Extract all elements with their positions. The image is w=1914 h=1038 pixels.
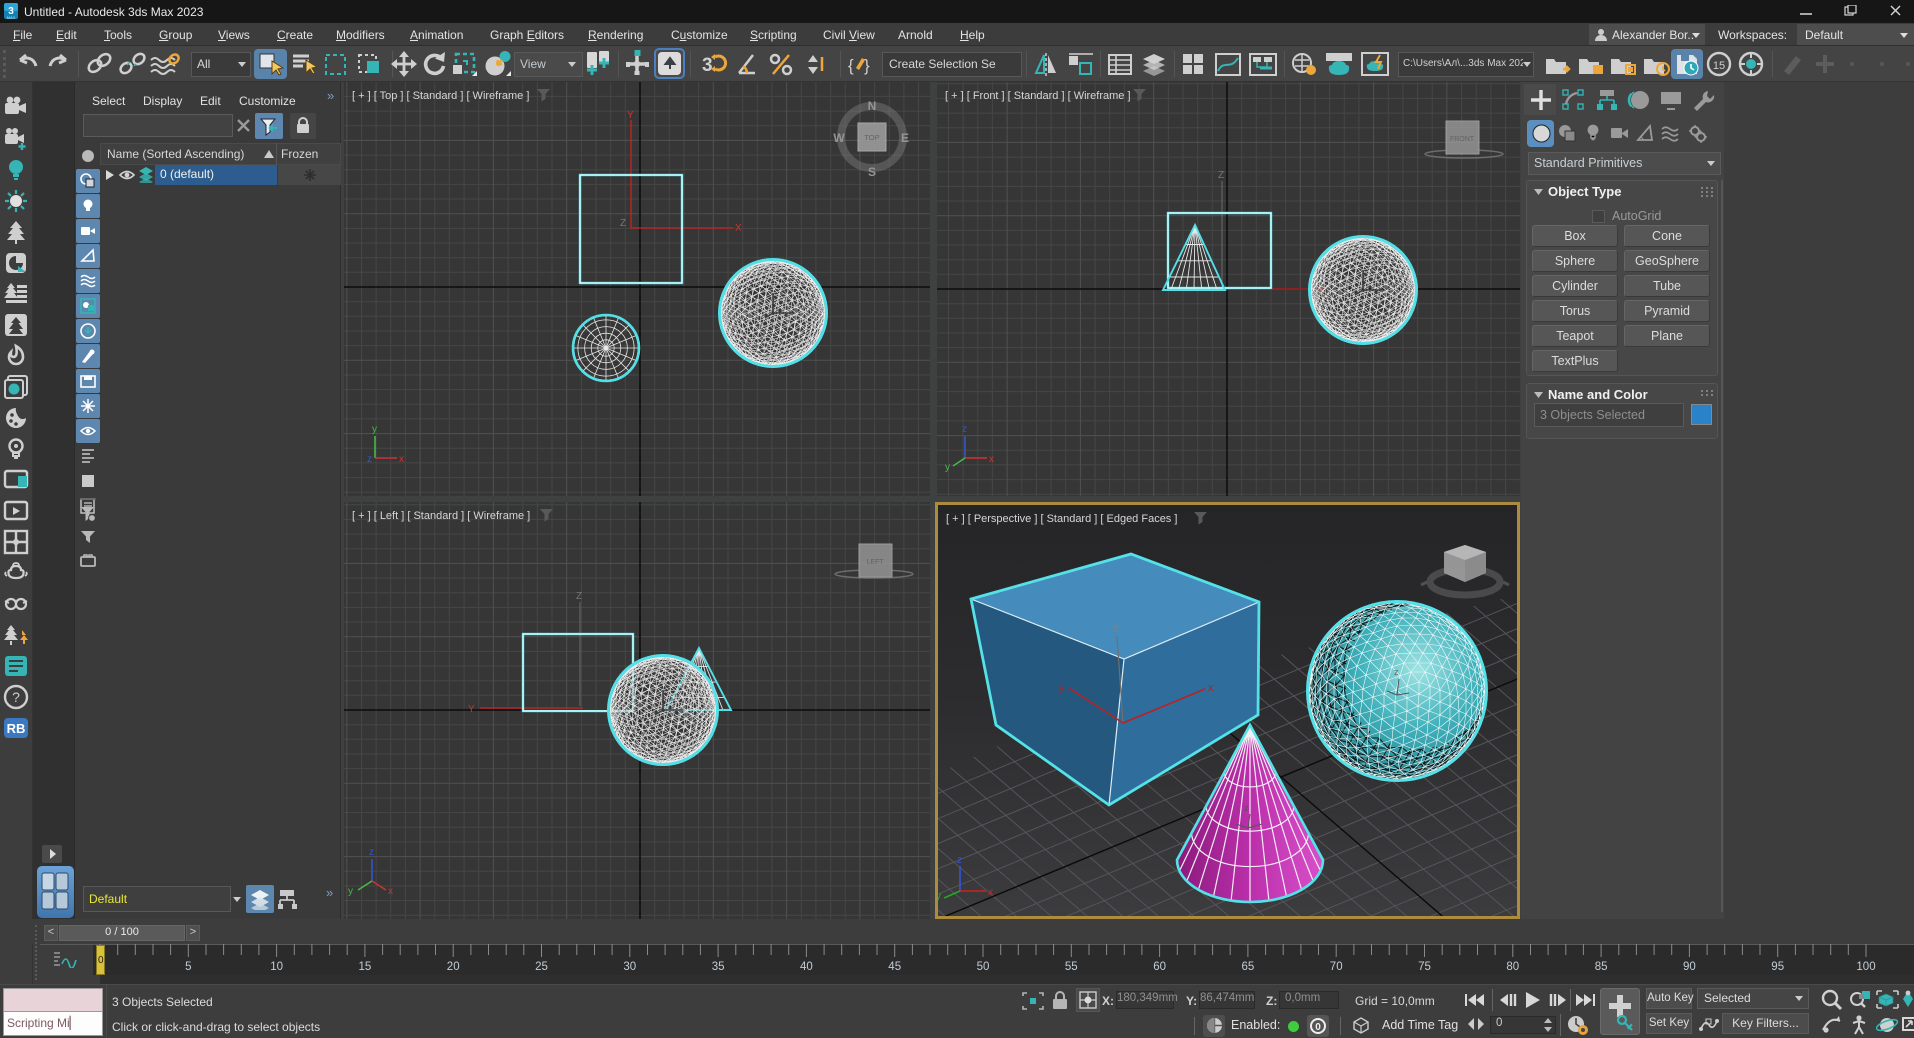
svg-text:z: z — [1394, 667, 1399, 677]
svg-text:LEFT: LEFT — [866, 559, 884, 566]
svg-text:[ + ] [ Top ] [ Standard ] [ W: [ + ] [ Top ] [ Standard ] [ Wireframe ] — [352, 90, 529, 102]
svg-text:z: z — [1244, 803, 1249, 813]
svg-text:y: y — [945, 462, 950, 473]
svg-text:15: 15 — [359, 961, 372, 973]
svg-text:y: y — [1059, 682, 1065, 694]
svg-text:35: 35 — [712, 961, 725, 973]
svg-text:20: 20 — [447, 961, 460, 973]
svg-text:x: x — [388, 886, 393, 897]
svg-text:S: S — [868, 165, 876, 179]
svg-text:40: 40 — [800, 961, 813, 973]
svg-text:N: N — [868, 99, 877, 113]
svg-text:y: y — [938, 891, 941, 902]
svg-text:x: x — [399, 454, 404, 465]
svg-text:x: x — [989, 454, 994, 465]
svg-text:x: x — [988, 887, 993, 898]
svg-text:25: 25 — [535, 961, 548, 973]
svg-text:0: 0 — [1315, 1022, 1321, 1033]
svg-text:z: z — [962, 424, 967, 435]
svg-text:FRONT: FRONT — [1450, 136, 1475, 143]
svg-text:z: z — [957, 855, 962, 866]
svg-text:z: z — [1113, 623, 1119, 635]
svg-text:X: X — [735, 223, 742, 234]
svg-text:Y: Y — [468, 704, 475, 715]
svg-text:z: z — [369, 847, 374, 858]
svg-text:[ + ] [ Left ] [ Standard ] [: [ + ] [ Left ] [ Standard ] [ Wireframe … — [352, 510, 530, 522]
svg-text:90: 90 — [1683, 961, 1696, 973]
svg-text:?: ? — [12, 689, 20, 705]
svg-text:100: 100 — [1856, 961, 1875, 973]
svg-text:85: 85 — [1595, 961, 1608, 973]
svg-text:[ + ] [ Perspective ] [ Standa: [ + ] [ Perspective ] [ Standard ] [ Edg… — [946, 513, 1177, 525]
svg-text:z: z — [367, 454, 372, 465]
svg-text:30: 30 — [623, 961, 636, 973]
svg-text:[ + ] [ Front ] [ Standard ] [: [ + ] [ Front ] [ Standard ] [ Wireframe… — [945, 90, 1131, 102]
svg-text:Z: Z — [576, 591, 582, 602]
svg-text:10: 10 — [270, 961, 283, 973]
svg-text:95: 95 — [1771, 961, 1784, 973]
svg-text:MAX: MAX — [7, 15, 16, 20]
svg-text:80: 80 — [1506, 961, 1519, 973]
svg-text:15: 15 — [1713, 60, 1725, 72]
svg-text:60: 60 — [1153, 961, 1166, 973]
svg-text:y: y — [348, 886, 353, 897]
svg-text:RB: RB — [7, 721, 26, 736]
svg-text:E: E — [901, 131, 909, 145]
svg-text:3: 3 — [702, 55, 713, 76]
svg-text:y: y — [372, 424, 377, 435]
svg-text:5: 5 — [185, 961, 191, 973]
svg-text:Z: Z — [1218, 170, 1224, 181]
svg-text:70: 70 — [1330, 961, 1343, 973]
svg-text:55: 55 — [1065, 961, 1078, 973]
svg-text:}: } — [864, 56, 870, 75]
svg-text:50: 50 — [977, 961, 990, 973]
svg-text:Z: Z — [620, 218, 626, 229]
svg-text:x: x — [1208, 682, 1214, 694]
svg-text:TOP: TOP — [864, 133, 879, 142]
svg-text:{: { — [848, 56, 854, 75]
svg-text:Y: Y — [627, 110, 634, 121]
svg-text:65: 65 — [1242, 961, 1255, 973]
svg-text:45: 45 — [888, 961, 901, 973]
svg-text:75: 75 — [1418, 961, 1431, 973]
svg-text:W: W — [833, 131, 845, 145]
